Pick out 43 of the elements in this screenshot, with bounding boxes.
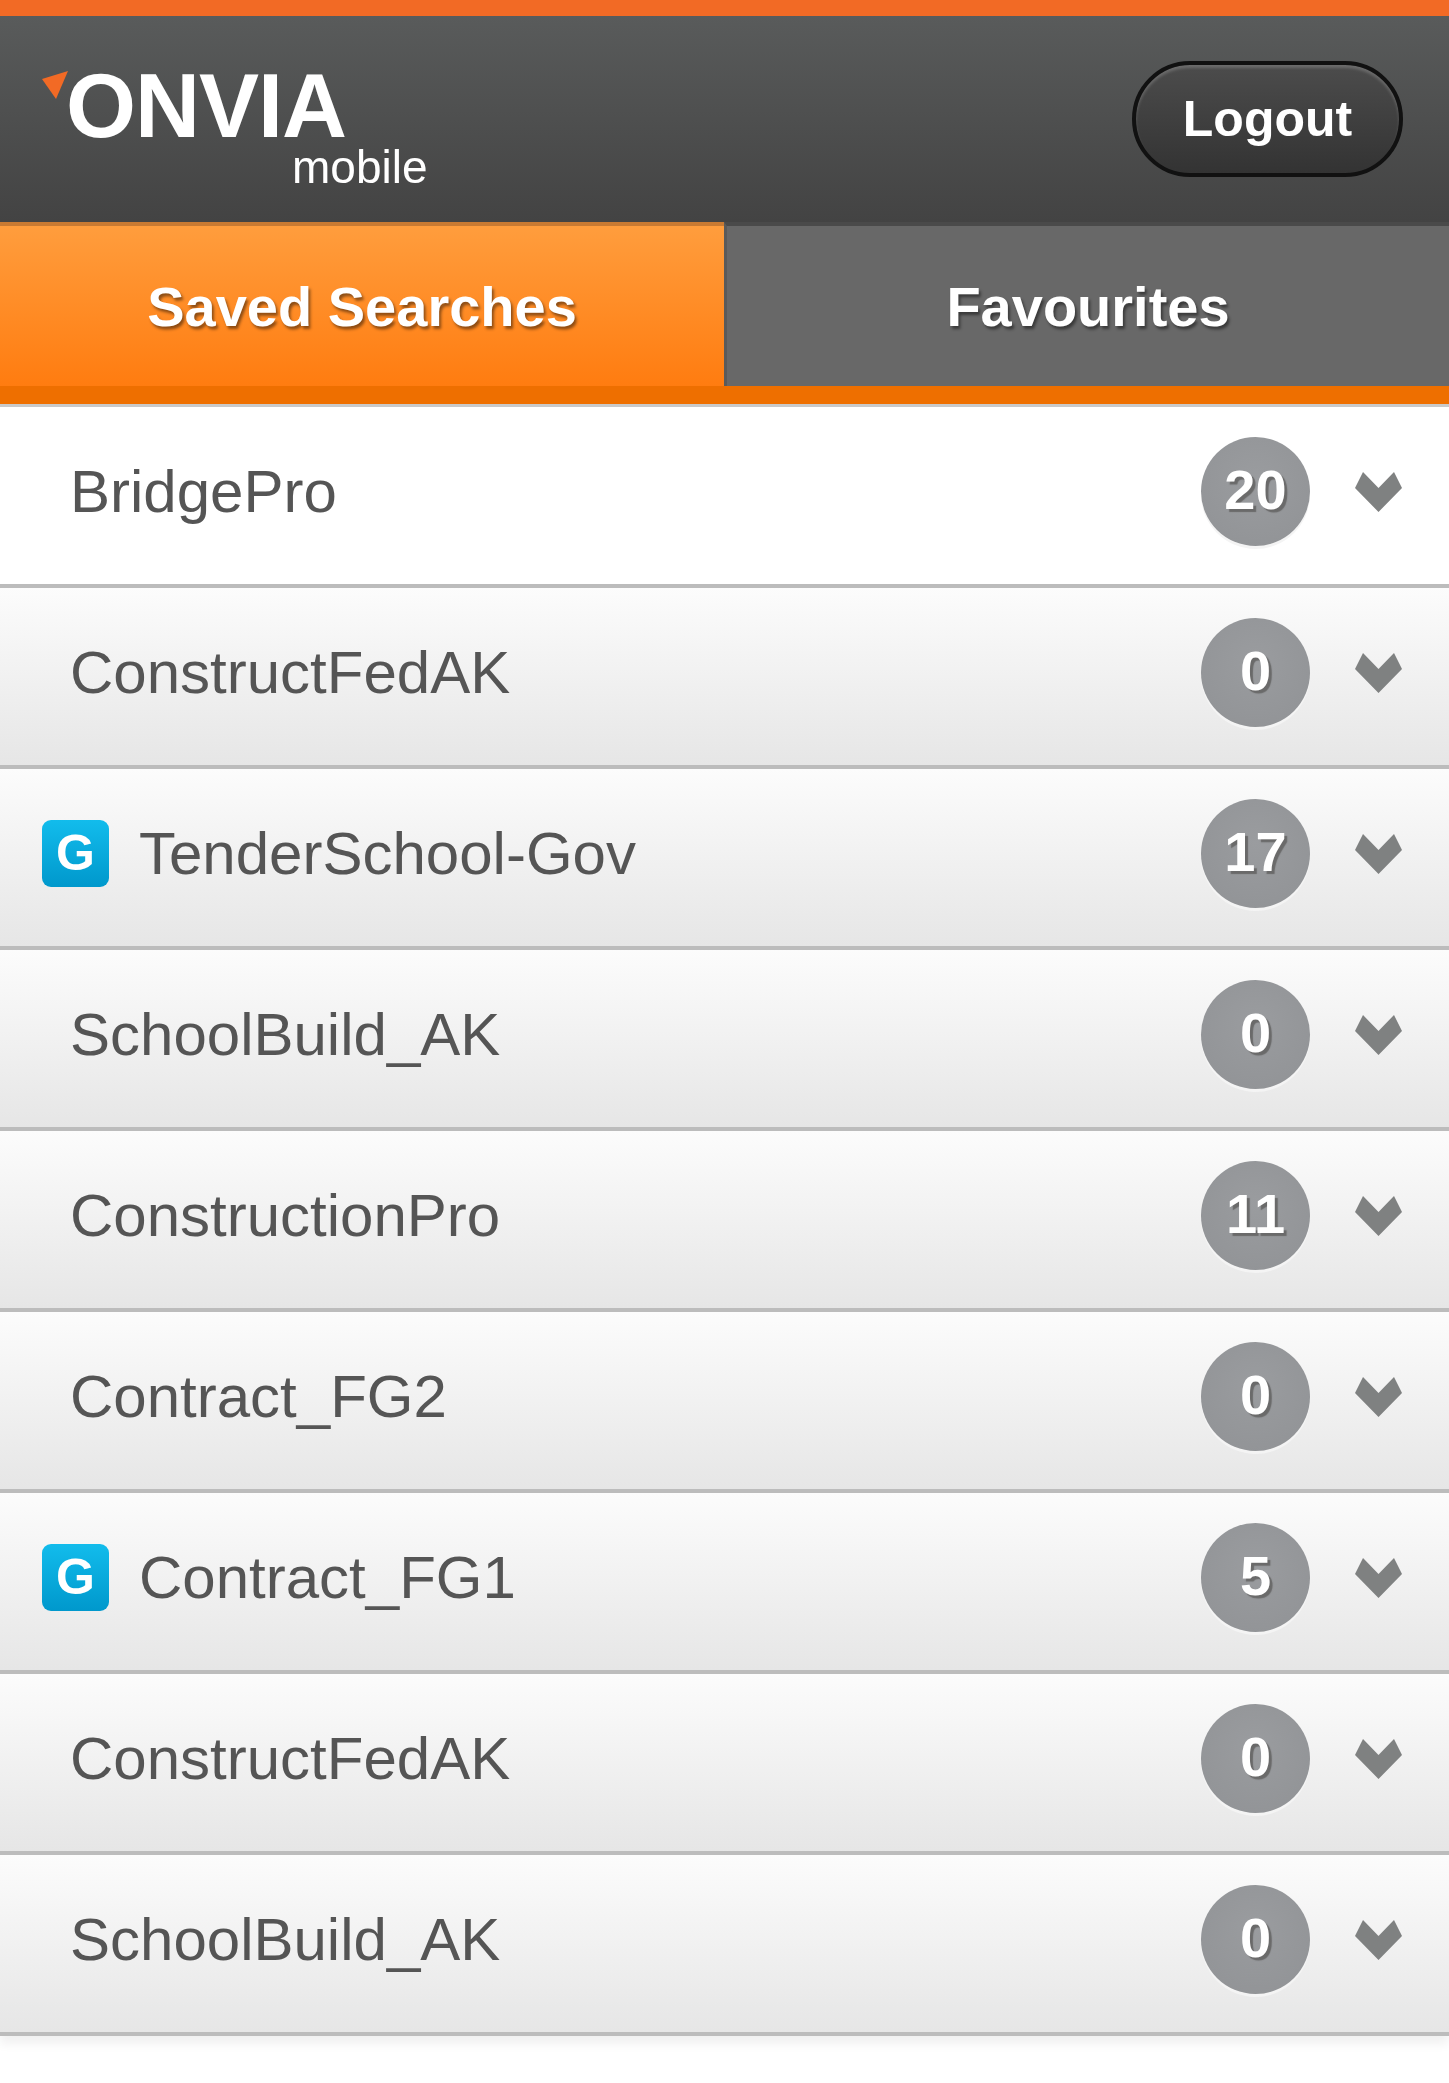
search-row[interactable]: Contract_FG2 0 <box>0 1312 1449 1493</box>
logo-wedge-icon <box>42 71 68 99</box>
search-name: SchoolBuild_AK <box>70 1905 501 1974</box>
search-name: TenderSchool-Gov <box>139 819 636 888</box>
search-name: ConstructFedAK <box>70 638 511 707</box>
search-name: Contract_FG2 <box>70 1362 447 1431</box>
search-row[interactable]: ConstructFedAK 0 <box>0 588 1449 769</box>
letter-tag: G <box>42 820 109 887</box>
search-row[interactable]: ConstructFedAK 0 <box>0 1674 1449 1855</box>
count-badge: 17 <box>1201 799 1310 908</box>
chevron-down-icon[interactable] <box>1355 833 1402 874</box>
tab[interactable]: Favourites <box>724 222 1449 386</box>
count-badge: 0 <box>1201 618 1310 727</box>
search-row[interactable]: SchoolBuild_AK 0 <box>0 1855 1449 2036</box>
chevron-down-icon[interactable] <box>1355 1014 1402 1055</box>
search-row[interactable]: ConstructionPro 11 <box>0 1131 1449 1312</box>
search-name: Contract_FG1 <box>139 1543 516 1612</box>
logo-wordmark: ONVIA <box>66 69 347 143</box>
letter-tag: G <box>42 1544 109 1611</box>
count-badge: 0 <box>1201 980 1310 1089</box>
count-badge: 5 <box>1201 1523 1310 1632</box>
chevron-down-icon[interactable] <box>1355 1919 1402 1960</box>
chevron-down-icon[interactable] <box>1355 1557 1402 1598</box>
search-name: ConstructionPro <box>70 1181 501 1250</box>
chevron-down-icon[interactable] <box>1355 652 1402 693</box>
logout-button[interactable]: Logout <box>1132 61 1403 177</box>
chevron-down-icon[interactable] <box>1355 1376 1402 1417</box>
count-badge: 20 <box>1201 437 1310 546</box>
logo-tagline: mobile <box>292 143 428 191</box>
search-row[interactable]: G TenderSchool-Gov 17 <box>0 769 1449 950</box>
search-row[interactable]: G Contract_FG1 5 <box>0 1493 1449 1674</box>
search-row[interactable]: SchoolBuild_AK 0 <box>0 950 1449 1131</box>
count-badge: 11 <box>1201 1161 1310 1270</box>
search-name: BridgePro <box>70 457 337 526</box>
search-row[interactable]: BridgePro 20 <box>0 407 1449 588</box>
search-name: ConstructFedAK <box>70 1724 511 1793</box>
count-badge: 0 <box>1201 1704 1310 1813</box>
chevron-down-icon[interactable] <box>1355 1195 1402 1236</box>
count-badge: 0 <box>1201 1342 1310 1451</box>
chevron-down-icon[interactable] <box>1355 1738 1402 1779</box>
chevron-down-icon[interactable] <box>1355 471 1402 512</box>
search-name: SchoolBuild_AK <box>70 1000 501 1069</box>
count-badge: 0 <box>1201 1885 1310 1994</box>
